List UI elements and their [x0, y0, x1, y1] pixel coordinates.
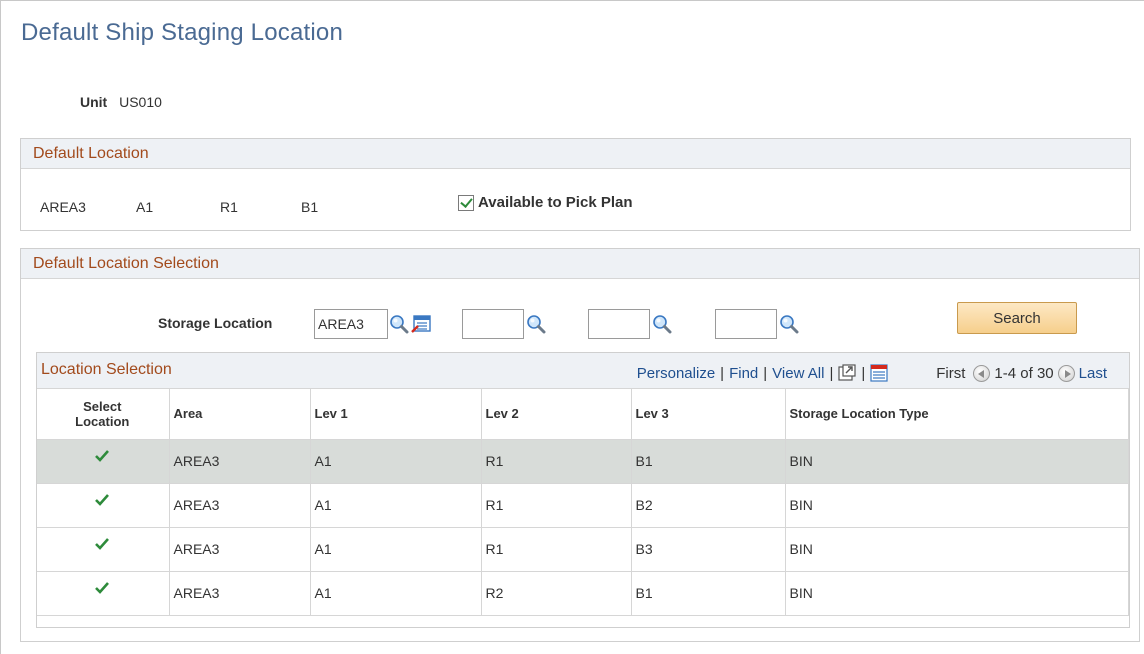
storage-area-input[interactable]: [314, 309, 388, 339]
lev2-cell: R1: [481, 439, 632, 484]
lev1-cell: A1: [310, 483, 482, 528]
lev3-cell: B2: [631, 483, 786, 528]
storage-lev3-input[interactable]: [715, 309, 777, 339]
unit-row: Unit US010: [80, 94, 162, 110]
default-location-header: Default Location: [21, 139, 1130, 169]
storage-lev3-lookup-icon[interactable]: [779, 314, 799, 334]
storage-type-cell: BIN: [785, 571, 1129, 616]
select-location-cell[interactable]: [37, 571, 170, 616]
select-location-cell[interactable]: [37, 439, 170, 484]
select-location-cell[interactable]: [37, 527, 170, 572]
table-header-row: Select Location Area Lev 1 Lev 2 Lev 3 St…: [37, 389, 1129, 440]
lev2-cell: R1: [481, 483, 632, 528]
default-lev3-value: B1: [301, 199, 319, 215]
storage-type-cell: BIN: [785, 483, 1129, 528]
last-link[interactable]: Last: [1079, 365, 1107, 382]
column-header-storage-location-type: Storage Location Type: [785, 389, 1129, 440]
select-checkmark-icon[interactable]: [95, 494, 110, 506]
location-selection-title: Location Selection: [41, 361, 172, 378]
nav-separator: |: [861, 364, 866, 382]
personalize-link[interactable]: Personalize: [637, 365, 715, 382]
page-frame-left: [0, 0, 1, 654]
area-cell: AREA3: [169, 439, 311, 484]
nav-separator: |: [829, 364, 834, 382]
default-location-group: Default Location AREA3 A1 R1 B1 Availabl…: [20, 138, 1131, 231]
storage-lev2-lookup-icon[interactable]: [652, 314, 672, 334]
previous-row-icon[interactable]: [973, 364, 991, 382]
zoom-grid-icon[interactable]: [838, 364, 856, 382]
table-row[interactable]: AREA3 A1 R2 B1 BIN: [37, 571, 1129, 616]
page-title: Default Ship Staging Location: [21, 19, 344, 46]
select-checkmark-icon[interactable]: [95, 450, 110, 462]
location-selection-grid: Location Selection Personalize | Find | …: [36, 352, 1130, 628]
select-checkmark-icon[interactable]: [95, 582, 110, 594]
available-to-pick-plan-label: Available to Pick Plan: [478, 194, 633, 211]
unit-label: Unit: [80, 94, 108, 110]
row-range: 1-4 of 30: [994, 364, 1054, 382]
default-area-value: AREA3: [40, 199, 86, 215]
storage-lev2-input[interactable]: [588, 309, 650, 339]
nav-separator: |: [720, 364, 725, 382]
location-table: Select Location Area Lev 1 Lev 2 Lev 3 St…: [37, 389, 1129, 616]
unit-value: US010: [119, 94, 162, 110]
table-row[interactable]: AREA3 A1 R1 B3 BIN: [37, 527, 1129, 572]
first-label: First: [936, 364, 966, 382]
page-frame-top: [0, 0, 1144, 1]
location-selection-grid-header: Location Selection Personalize | Find | …: [37, 353, 1129, 389]
default-lev2-value: R1: [220, 199, 238, 215]
storage-location-label: Storage Location: [158, 315, 273, 331]
lev2-cell: R2: [481, 571, 632, 616]
view-all-link[interactable]: View All: [772, 365, 824, 382]
available-to-pick-plan-checkbox[interactable]: [458, 194, 474, 211]
lev3-cell: B3: [631, 527, 786, 572]
column-header-area: Area: [169, 389, 311, 440]
column-header-lev2: Lev 2: [481, 389, 632, 440]
storage-area-prompt-icon[interactable]: [411, 315, 431, 333]
lev3-cell: B1: [631, 571, 786, 616]
storage-area-lookup-icon[interactable]: [389, 314, 409, 334]
nav-separator: |: [763, 364, 768, 382]
storage-lev1-input[interactable]: [462, 309, 524, 339]
grid-navigation: Personalize | Find | View All | | First …: [637, 364, 1107, 382]
search-button[interactable]: Search: [957, 302, 1077, 334]
storage-type-cell: BIN: [785, 439, 1129, 484]
area-cell: AREA3: [169, 483, 311, 528]
find-link[interactable]: Find: [729, 365, 758, 382]
lev2-cell: R1: [481, 527, 632, 572]
lev1-cell: A1: [310, 439, 482, 484]
default-lev1-value: A1: [136, 199, 154, 215]
storage-type-cell: BIN: [785, 527, 1129, 572]
column-header-lev3: Lev 3: [631, 389, 786, 440]
default-location-selection-group: Default Location Selection Storage Locat…: [20, 248, 1140, 642]
next-row-icon[interactable]: [1057, 364, 1075, 382]
lev1-cell: A1: [310, 571, 482, 616]
default-location-selection-header: Default Location Selection: [21, 249, 1139, 279]
select-checkmark-icon[interactable]: [95, 538, 110, 550]
column-header-select-location: Select Location: [37, 389, 170, 440]
area-cell: AREA3: [169, 571, 311, 616]
area-cell: AREA3: [169, 527, 311, 572]
table-row[interactable]: AREA3 A1 R1 B1 BIN: [37, 439, 1129, 484]
storage-lev1-lookup-icon[interactable]: [526, 314, 546, 334]
lev3-cell: B1: [631, 439, 786, 484]
table-row[interactable]: AREA3 A1 R1 B2 BIN: [37, 483, 1129, 528]
column-header-lev1: Lev 1: [310, 389, 482, 440]
available-to-pick-plan: Available to Pick Plan: [458, 194, 633, 211]
select-location-cell[interactable]: [37, 483, 170, 528]
download-grid-icon[interactable]: [870, 364, 888, 382]
lev1-cell: A1: [310, 527, 482, 572]
